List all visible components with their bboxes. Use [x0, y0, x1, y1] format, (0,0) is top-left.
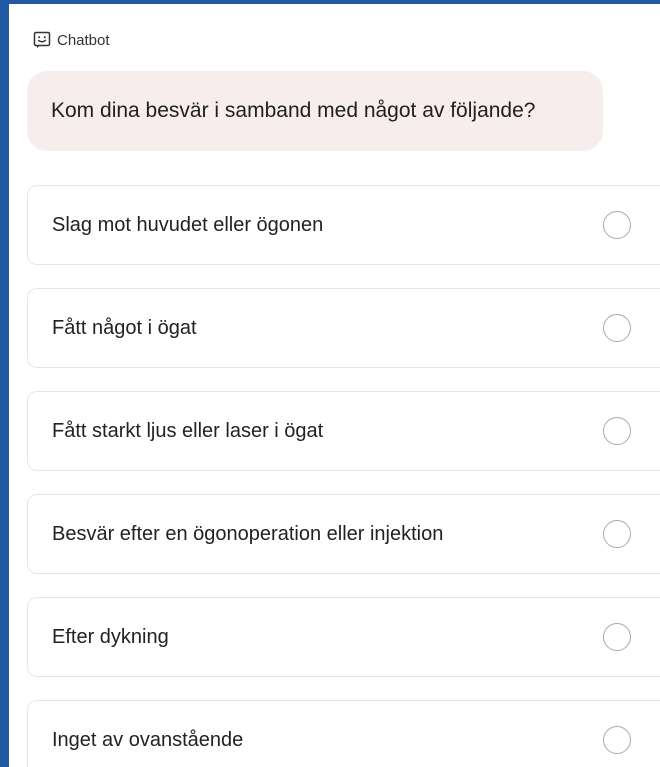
- radio-button[interactable]: [603, 623, 631, 651]
- radio-button[interactable]: [603, 520, 631, 548]
- answer-option-label: Fått något i ögat: [52, 316, 197, 339]
- answer-options-list: Slag mot huvudet eller ögonen Fått något…: [27, 185, 660, 767]
- answer-option[interactable]: Efter dykning: [27, 597, 660, 677]
- answer-option[interactable]: Fått starkt ljus eller laser i ögat: [27, 391, 660, 471]
- answer-option-label: Efter dykning: [52, 625, 169, 648]
- radio-button[interactable]: [603, 211, 631, 239]
- chatbot-panel: Chatbot Kom dina besvär i samband med nå…: [0, 0, 660, 767]
- answer-option[interactable]: Besvär efter en ögonoperation eller inje…: [27, 494, 660, 574]
- radio-button[interactable]: [603, 314, 631, 342]
- radio-button[interactable]: [603, 417, 631, 445]
- radio-button[interactable]: [603, 726, 631, 754]
- answer-option-label: Slag mot huvudet eller ögonen: [52, 213, 324, 236]
- chatbot-header: Chatbot: [33, 28, 110, 52]
- answer-option[interactable]: Inget av ovanstående: [27, 700, 660, 767]
- chatbot-face-icon: [33, 31, 51, 49]
- answer-option[interactable]: Slag mot huvudet eller ögonen: [27, 185, 660, 265]
- bot-message-bubble: Kom dina besvär i samband med något av f…: [27, 71, 603, 151]
- bot-message-text: Kom dina besvär i samband med något av f…: [51, 99, 536, 122]
- answer-option-label: Inget av ovanstående: [52, 728, 244, 751]
- answer-option-label: Fått starkt ljus eller laser i ögat: [52, 419, 324, 442]
- answer-option-label: Besvär efter en ögonoperation eller inje…: [52, 522, 444, 545]
- chatbot-title: Chatbot: [57, 31, 110, 49]
- answer-option[interactable]: Fått något i ögat: [27, 288, 660, 368]
